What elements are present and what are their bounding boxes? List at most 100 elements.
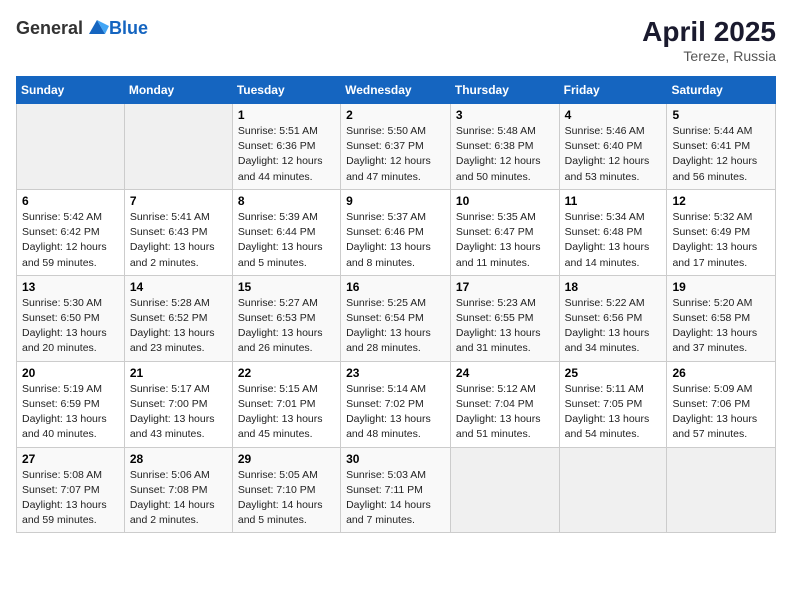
calendar-cell: 30 Sunrise: 5:03 AM Sunset: 7:11 PM Dayli… bbox=[341, 447, 451, 533]
day-number: 24 bbox=[456, 366, 554, 380]
day-number: 27 bbox=[22, 452, 119, 466]
calendar-cell bbox=[559, 447, 667, 533]
day-info: Sunrise: 5:23 AM Sunset: 6:55 PM Dayligh… bbox=[456, 297, 541, 355]
calendar-cell: 20 Sunrise: 5:19 AM Sunset: 6:59 PM Dayli… bbox=[17, 361, 125, 447]
day-info: Sunrise: 5:50 AM Sunset: 6:37 PM Dayligh… bbox=[346, 125, 431, 183]
calendar-cell: 27 Sunrise: 5:08 AM Sunset: 7:07 PM Dayli… bbox=[17, 447, 125, 533]
weekday-header-thursday: Thursday bbox=[450, 77, 559, 104]
calendar-cell: 26Sunrise: 5:09 AM Sunset: 7:06 PM Dayli… bbox=[667, 361, 776, 447]
month-year-title: April 2025 bbox=[642, 16, 776, 48]
day-number: 22 bbox=[238, 366, 335, 380]
day-number: 4 bbox=[565, 108, 662, 122]
calendar-cell: 23 Sunrise: 5:14 AM Sunset: 7:02 PM Dayli… bbox=[341, 361, 451, 447]
calendar-cell: 29 Sunrise: 5:05 AM Sunset: 7:10 PM Dayli… bbox=[232, 447, 340, 533]
weekday-header-saturday: Saturday bbox=[667, 77, 776, 104]
day-info: Sunrise: 5:05 AM Sunset: 7:10 PM Dayligh… bbox=[238, 469, 323, 527]
logo: General Blue bbox=[16, 16, 148, 40]
day-info: Sunrise: 5:08 AM Sunset: 7:07 PM Dayligh… bbox=[22, 469, 107, 527]
weekday-header-row: SundayMondayTuesdayWednesdayThursdayFrid… bbox=[17, 77, 776, 104]
day-number: 11 bbox=[565, 194, 662, 208]
day-info: Sunrise: 5:46 AM Sunset: 6:40 PM Dayligh… bbox=[565, 125, 650, 183]
calendar-cell: 12 Sunrise: 5:32 AM Sunset: 6:49 PM Dayli… bbox=[667, 189, 776, 275]
day-info: Sunrise: 5:22 AM Sunset: 6:56 PM Dayligh… bbox=[565, 297, 650, 355]
calendar-cell: 25 Sunrise: 5:11 AM Sunset: 7:05 PM Dayli… bbox=[559, 361, 667, 447]
week-row-3: 13 Sunrise: 5:30 AM Sunset: 6:50 PM Dayli… bbox=[17, 275, 776, 361]
day-info: Sunrise: 5:15 AM Sunset: 7:01 PM Dayligh… bbox=[238, 383, 323, 441]
calendar-table: SundayMondayTuesdayWednesdayThursdayFrid… bbox=[16, 76, 776, 533]
day-info: Sunrise: 5:30 AM Sunset: 6:50 PM Dayligh… bbox=[22, 297, 107, 355]
day-info: Sunrise: 5:37 AM Sunset: 6:46 PM Dayligh… bbox=[346, 211, 431, 269]
calendar-cell: 19 Sunrise: 5:20 AM Sunset: 6:58 PM Dayli… bbox=[667, 275, 776, 361]
day-number: 13 bbox=[22, 280, 119, 294]
day-info: Sunrise: 5:25 AM Sunset: 6:54 PM Dayligh… bbox=[346, 297, 431, 355]
day-number: 17 bbox=[456, 280, 554, 294]
day-number: 30 bbox=[346, 452, 445, 466]
day-number: 8 bbox=[238, 194, 335, 208]
calendar-cell: 6Sunrise: 5:42 AM Sunset: 6:42 PM Daylig… bbox=[17, 189, 125, 275]
calendar-cell: 7 Sunrise: 5:41 AM Sunset: 6:43 PM Daylig… bbox=[124, 189, 232, 275]
day-info: Sunrise: 5:32 AM Sunset: 6:49 PM Dayligh… bbox=[672, 211, 757, 269]
day-info: Sunrise: 5:17 AM Sunset: 7:00 PM Dayligh… bbox=[130, 383, 215, 441]
day-info: Sunrise: 5:14 AM Sunset: 7:02 PM Dayligh… bbox=[346, 383, 431, 441]
day-info: Sunrise: 5:19 AM Sunset: 6:59 PM Dayligh… bbox=[22, 383, 107, 441]
week-row-2: 6Sunrise: 5:42 AM Sunset: 6:42 PM Daylig… bbox=[17, 189, 776, 275]
weekday-header-monday: Monday bbox=[124, 77, 232, 104]
day-number: 15 bbox=[238, 280, 335, 294]
day-number: 23 bbox=[346, 366, 445, 380]
day-number: 16 bbox=[346, 280, 445, 294]
calendar-cell: 24Sunrise: 5:12 AM Sunset: 7:04 PM Dayli… bbox=[450, 361, 559, 447]
week-row-5: 27 Sunrise: 5:08 AM Sunset: 7:07 PM Dayli… bbox=[17, 447, 776, 533]
day-number: 5 bbox=[672, 108, 770, 122]
logo-general: General bbox=[16, 18, 83, 39]
day-info: Sunrise: 5:11 AM Sunset: 7:05 PM Dayligh… bbox=[565, 383, 650, 441]
day-number: 25 bbox=[565, 366, 662, 380]
calendar-cell: 17 Sunrise: 5:23 AM Sunset: 6:55 PM Dayli… bbox=[450, 275, 559, 361]
logo-blue: Blue bbox=[109, 18, 148, 39]
calendar-cell bbox=[17, 104, 125, 190]
calendar-cell: 11Sunrise: 5:34 AM Sunset: 6:48 PM Dayli… bbox=[559, 189, 667, 275]
page-header: General Blue April 2025 Tereze, Russia bbox=[16, 16, 776, 64]
day-number: 19 bbox=[672, 280, 770, 294]
day-number: 20 bbox=[22, 366, 119, 380]
title-block: April 2025 Tereze, Russia bbox=[642, 16, 776, 64]
day-info: Sunrise: 5:42 AM Sunset: 6:42 PM Dayligh… bbox=[22, 211, 107, 269]
location-subtitle: Tereze, Russia bbox=[642, 48, 776, 64]
day-info: Sunrise: 5:35 AM Sunset: 6:47 PM Dayligh… bbox=[456, 211, 541, 269]
calendar-cell bbox=[667, 447, 776, 533]
calendar-cell: 3 Sunrise: 5:48 AM Sunset: 6:38 PM Daylig… bbox=[450, 104, 559, 190]
calendar-cell: 5Sunrise: 5:44 AM Sunset: 6:41 PM Daylig… bbox=[667, 104, 776, 190]
day-number: 18 bbox=[565, 280, 662, 294]
calendar-cell bbox=[124, 104, 232, 190]
day-info: Sunrise: 5:39 AM Sunset: 6:44 PM Dayligh… bbox=[238, 211, 323, 269]
calendar-cell bbox=[450, 447, 559, 533]
calendar-cell: 21Sunrise: 5:17 AM Sunset: 7:00 PM Dayli… bbox=[124, 361, 232, 447]
day-info: Sunrise: 5:41 AM Sunset: 6:43 PM Dayligh… bbox=[130, 211, 215, 269]
day-number: 7 bbox=[130, 194, 227, 208]
day-info: Sunrise: 5:20 AM Sunset: 6:58 PM Dayligh… bbox=[672, 297, 757, 355]
calendar-cell: 9 Sunrise: 5:37 AM Sunset: 6:46 PM Daylig… bbox=[341, 189, 451, 275]
week-row-1: 1Sunrise: 5:51 AM Sunset: 6:36 PM Daylig… bbox=[17, 104, 776, 190]
weekday-header-wednesday: Wednesday bbox=[341, 77, 451, 104]
calendar-cell: 28Sunrise: 5:06 AM Sunset: 7:08 PM Dayli… bbox=[124, 447, 232, 533]
day-number: 29 bbox=[238, 452, 335, 466]
day-number: 28 bbox=[130, 452, 227, 466]
calendar-cell: 8 Sunrise: 5:39 AM Sunset: 6:44 PM Daylig… bbox=[232, 189, 340, 275]
calendar-cell: 10Sunrise: 5:35 AM Sunset: 6:47 PM Dayli… bbox=[450, 189, 559, 275]
calendar-cell: 2 Sunrise: 5:50 AM Sunset: 6:37 PM Daylig… bbox=[341, 104, 451, 190]
week-row-4: 20 Sunrise: 5:19 AM Sunset: 6:59 PM Dayli… bbox=[17, 361, 776, 447]
day-info: Sunrise: 5:03 AM Sunset: 7:11 PM Dayligh… bbox=[346, 469, 431, 527]
day-number: 3 bbox=[456, 108, 554, 122]
weekday-header-sunday: Sunday bbox=[17, 77, 125, 104]
day-info: Sunrise: 5:51 AM Sunset: 6:36 PM Dayligh… bbox=[238, 125, 323, 183]
day-number: 14 bbox=[130, 280, 227, 294]
day-number: 9 bbox=[346, 194, 445, 208]
day-info: Sunrise: 5:48 AM Sunset: 6:38 PM Dayligh… bbox=[456, 125, 541, 183]
calendar-cell: 16 Sunrise: 5:25 AM Sunset: 6:54 PM Dayli… bbox=[341, 275, 451, 361]
day-info: Sunrise: 5:27 AM Sunset: 6:53 PM Dayligh… bbox=[238, 297, 323, 355]
calendar-cell: 22 Sunrise: 5:15 AM Sunset: 7:01 PM Dayli… bbox=[232, 361, 340, 447]
day-number: 2 bbox=[346, 108, 445, 122]
calendar-cell: 1Sunrise: 5:51 AM Sunset: 6:36 PM Daylig… bbox=[232, 104, 340, 190]
calendar-body: 1Sunrise: 5:51 AM Sunset: 6:36 PM Daylig… bbox=[17, 104, 776, 533]
day-number: 12 bbox=[672, 194, 770, 208]
calendar-cell: 18 Sunrise: 5:22 AM Sunset: 6:56 PM Dayli… bbox=[559, 275, 667, 361]
